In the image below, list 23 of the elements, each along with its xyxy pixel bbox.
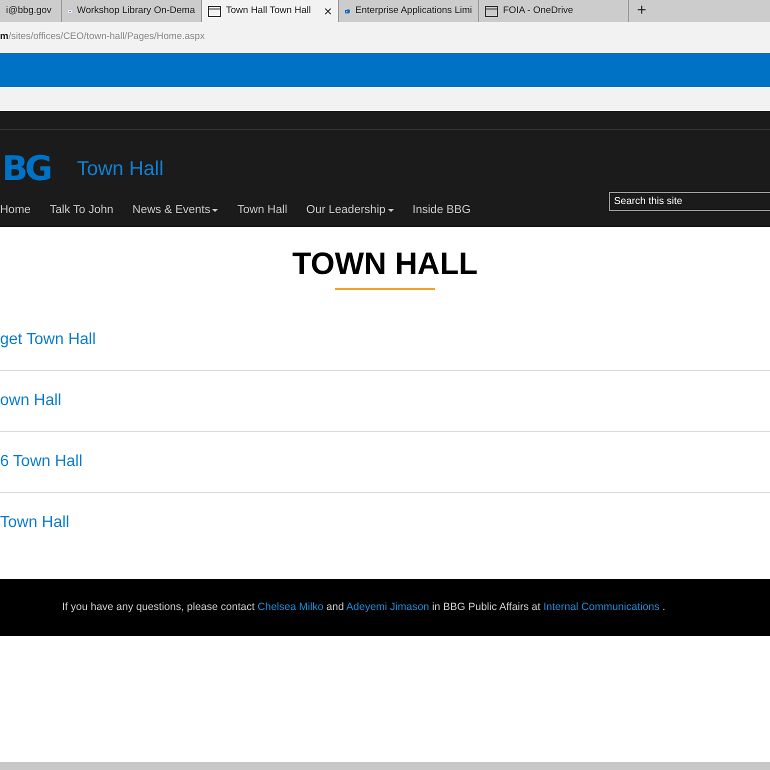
contact-link[interactable]: Chelsea Milko — [258, 600, 324, 613]
town-hall-link[interactable]: Town Hall — [0, 493, 770, 554]
town-hall-link[interactable]: 6 Town Hall — [0, 432, 770, 494]
contact-link[interactable]: Adeyemi Jimason — [346, 600, 430, 613]
nav-link[interactable]: Our Leadership — [306, 202, 394, 220]
nav-link[interactable]: Home — [0, 202, 31, 220]
nav-link[interactable]: News & Events — [132, 202, 218, 220]
contact-link[interactable]: Internal Communications — [543, 600, 660, 613]
town-hall-link[interactable]: get Town Hall — [0, 328, 770, 372]
nav-link[interactable]: Town Hall — [237, 202, 288, 220]
site-title[interactable]: Town Hall — [76, 154, 164, 184]
close-button[interactable]: × — [324, 0, 332, 22]
window-icon — [485, 6, 498, 16]
nav-link[interactable]: Inside BBG — [412, 202, 471, 220]
page-heading: TOWN HALL — [291, 245, 479, 282]
footer-text: If you have any questions, please contact Chelsea Milko and Adeyemi Jimason in BBG Public Affairs at Internal Communications . — [62, 600, 666, 615]
new-tab-button[interactable]: + — [629, 0, 654, 22]
nav-link[interactable]: Talk To John — [50, 202, 114, 220]
search-field[interactable]: Search this site — [609, 192, 770, 211]
address-text[interactable]: m/sites/offices/CEO/town-hall/Pages/Home.aspx — [0, 30, 205, 44]
window-icon — [208, 6, 221, 16]
browser-tab[interactable]: Town Hall Town Hall × — [202, 0, 339, 22]
town-hall-link[interactable]: own Hall — [0, 371, 770, 432]
